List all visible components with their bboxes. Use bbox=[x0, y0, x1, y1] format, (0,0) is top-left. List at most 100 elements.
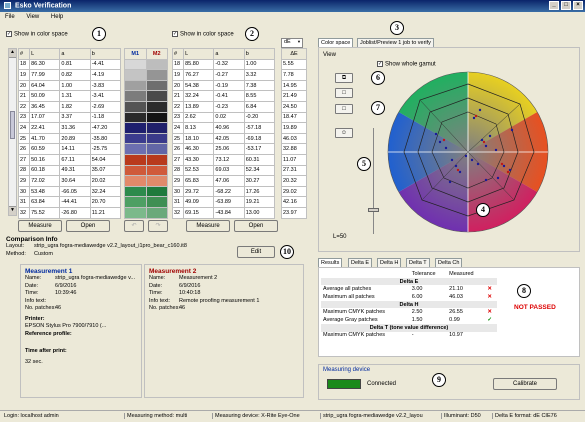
left-show-color-space[interactable]: ✓ Show in color space bbox=[6, 31, 68, 38]
measurement2-row[interactable]: 30 29.72 -68.22 17.26 bbox=[171, 185, 276, 198]
checkbox-icon[interactable]: ✓ bbox=[377, 61, 383, 67]
table-cell: 29.72 bbox=[183, 185, 215, 198]
measurement2-row[interactable]: 21 32.24 -0.41 8.55 bbox=[171, 90, 276, 102]
open-button-2[interactable]: Open bbox=[234, 220, 278, 232]
color-swatch-m1 bbox=[124, 90, 147, 102]
maximize-button[interactable]: □ bbox=[561, 1, 571, 10]
color-swatch-m2 bbox=[145, 122, 168, 134]
window-title: Esko Verification bbox=[14, 2, 72, 10]
tab-results[interactable]: Results bbox=[318, 258, 343, 267]
table-cell: 24 bbox=[17, 122, 31, 134]
measurement2-row[interactable]: 27 43.30 73.12 60.31 bbox=[171, 153, 276, 166]
reset-view-button[interactable]: ☺ bbox=[335, 128, 353, 138]
swatch-row bbox=[124, 132, 168, 145]
measurement2-patches: 46 bbox=[179, 305, 186, 311]
left-scrollbar[interactable]: ▲ ▼ bbox=[8, 48, 17, 216]
color-swatch-m1 bbox=[124, 164, 147, 177]
measurement1-row[interactable]: 26 60.59 14.11 -25.75 bbox=[17, 143, 122, 155]
menu-help[interactable]: Help bbox=[46, 12, 68, 22]
measurement1-row[interactable]: 19 77.99 0.82 -4.19 bbox=[17, 69, 122, 81]
close-button[interactable]: × bbox=[573, 1, 583, 10]
table-cell: 23 bbox=[171, 111, 185, 124]
layout-label: Layout: bbox=[6, 243, 25, 249]
tab-delta-e[interactable]: Delta E bbox=[348, 258, 373, 267]
delta-e-table: ΔE 5.55 7.78 14.95 21.49 24.50 18.47 19.89 46.0… bbox=[281, 48, 307, 219]
table-cell: 1.31 bbox=[59, 90, 91, 102]
measurement2-row[interactable]: 28 52.53 69.03 52.34 bbox=[171, 164, 276, 177]
tab-color-space[interactable]: Color space bbox=[318, 38, 354, 47]
results-row: Average all patches 3.00 21.10 ✕ bbox=[321, 285, 497, 293]
tab-delta-h[interactable]: Delta H bbox=[377, 258, 402, 267]
measurement2-row[interactable]: 22 13.89 -0.23 6.84 bbox=[171, 100, 276, 113]
open-button-1[interactable]: Open bbox=[66, 220, 110, 232]
menu-view[interactable]: View bbox=[21, 12, 44, 22]
measurement2-row[interactable]: 25 18.10 42.05 -69.18 bbox=[171, 132, 276, 145]
view-ab-button[interactable]: □ bbox=[335, 88, 353, 98]
measurement1-row[interactable]: 21 50.09 1.31 -3.41 bbox=[17, 90, 122, 102]
view-la-button[interactable]: □ bbox=[335, 104, 353, 114]
swatch-row bbox=[124, 58, 168, 71]
l-slider-track[interactable] bbox=[373, 128, 374, 234]
tab-delta-ch[interactable]: Delta Ch bbox=[435, 258, 463, 267]
l-slider-thumb[interactable] bbox=[368, 208, 379, 212]
undo-icon[interactable]: ↶ bbox=[124, 220, 144, 232]
color-swatch-m1 bbox=[124, 185, 147, 198]
table-cell: 22.41 bbox=[29, 122, 61, 134]
measurement1-row[interactable]: 25 41.70 20.89 -35.80 bbox=[17, 132, 122, 145]
layout-value: strip_ugra fogra-mediawedge v2.2_layout_… bbox=[34, 243, 187, 249]
measurement1-row[interactable]: 27 50.16 67.11 54.04 bbox=[17, 153, 122, 166]
measurement1-row[interactable]: 24 22.41 31.36 -47.20 bbox=[17, 122, 122, 134]
measurement2-row[interactable]: 32 69.15 -43.84 13.00 bbox=[171, 206, 276, 219]
table-cell: 3.32 bbox=[243, 69, 276, 81]
measurement2-row[interactable]: 23 2.62 0.02 -0.20 bbox=[171, 111, 276, 124]
table-cell: 8.55 bbox=[243, 90, 276, 102]
measurement1-row[interactable]: 18 86.30 0.81 -4.41 bbox=[17, 58, 122, 71]
swatch-row bbox=[124, 153, 168, 166]
show-whole-gamut-checkbox[interactable]: ✓ Show whole gamut bbox=[377, 61, 436, 68]
table-cell: 22 bbox=[17, 100, 31, 113]
checkbox-icon[interactable]: ✓ bbox=[6, 31, 12, 37]
measurement1-row[interactable]: 28 60.18 49.31 35.07 bbox=[17, 164, 122, 177]
results-label: Maximum CMYK patches bbox=[323, 309, 386, 316]
de-format-dropdown[interactable]: dE ▼ bbox=[281, 38, 303, 48]
measure-button-1[interactable]: Measure bbox=[18, 220, 62, 232]
measurement2-row[interactable]: 26 46.30 25.06 -53.17 bbox=[171, 143, 276, 155]
measurement2-row[interactable]: 29 65.83 47.06 30.27 bbox=[171, 175, 276, 187]
table-cell: 26 bbox=[17, 143, 31, 155]
measurement1-row[interactable]: 29 72.02 30.64 20.02 bbox=[17, 175, 122, 187]
table-cell: -0.27 bbox=[213, 69, 245, 81]
edit-button[interactable]: Edit bbox=[237, 246, 275, 258]
measurement2-row[interactable]: 20 54.38 -0.19 7.38 bbox=[171, 79, 276, 92]
measure-button-2[interactable]: Measure bbox=[186, 220, 230, 232]
measurement1-row[interactable]: 20 64.04 1.00 -3.83 bbox=[17, 79, 122, 92]
measurement1-row[interactable]: 22 36.45 1.82 -2.69 bbox=[17, 100, 122, 113]
scroll-up-icon[interactable]: ▲ bbox=[9, 49, 16, 58]
results-status: ✕ bbox=[485, 293, 497, 301]
measurement1-row[interactable]: 31 63.84 -44.41 20.70 bbox=[17, 196, 122, 208]
delta-e-value: 29.02 bbox=[281, 185, 307, 198]
tab-joblist-preview[interactable]: Joblist/Preview 1 job to verify bbox=[357, 38, 434, 47]
table-cell: 76.27 bbox=[183, 69, 215, 81]
measurement1-row[interactable]: 32 75.52 -26.80 11.21 bbox=[17, 206, 122, 219]
measurement2-row[interactable]: 24 8.13 40.96 -57.18 bbox=[171, 122, 276, 134]
right-show-color-space[interactable]: ✓ Show in color space bbox=[172, 31, 234, 38]
checkbox-icon[interactable]: ✓ bbox=[172, 31, 178, 37]
measurement1-row[interactable]: 23 17.07 3.37 -1.18 bbox=[17, 111, 122, 124]
table-cell: -25.75 bbox=[89, 143, 122, 155]
scroll-thumb[interactable] bbox=[10, 111, 15, 139]
col-header-index: # bbox=[17, 48, 31, 60]
calibrate-button[interactable]: Calibrate bbox=[493, 378, 557, 390]
tab-delta-t[interactable]: Delta T bbox=[406, 258, 430, 267]
measurement1-row[interactable]: 30 53.48 -66.05 32.24 bbox=[17, 185, 122, 198]
delta-e-value: 23.97 bbox=[281, 206, 307, 219]
color-space-plot[interactable] bbox=[386, 70, 550, 234]
view-3d-button[interactable]: ⧉ bbox=[335, 73, 353, 83]
scroll-down-icon[interactable]: ▼ bbox=[9, 206, 16, 215]
measurement2-row[interactable]: 19 76.27 -0.27 3.32 bbox=[171, 69, 276, 81]
table-cell: -2.69 bbox=[89, 100, 122, 113]
measurement2-row[interactable]: 31 49.09 -63.89 19.21 bbox=[171, 196, 276, 208]
minimize-button[interactable]: _ bbox=[549, 1, 559, 10]
menu-file[interactable]: File bbox=[0, 12, 20, 22]
measurement2-row[interactable]: 18 85.80 -0.32 1.00 bbox=[171, 58, 276, 71]
redo-icon[interactable]: ↷ bbox=[148, 220, 168, 232]
